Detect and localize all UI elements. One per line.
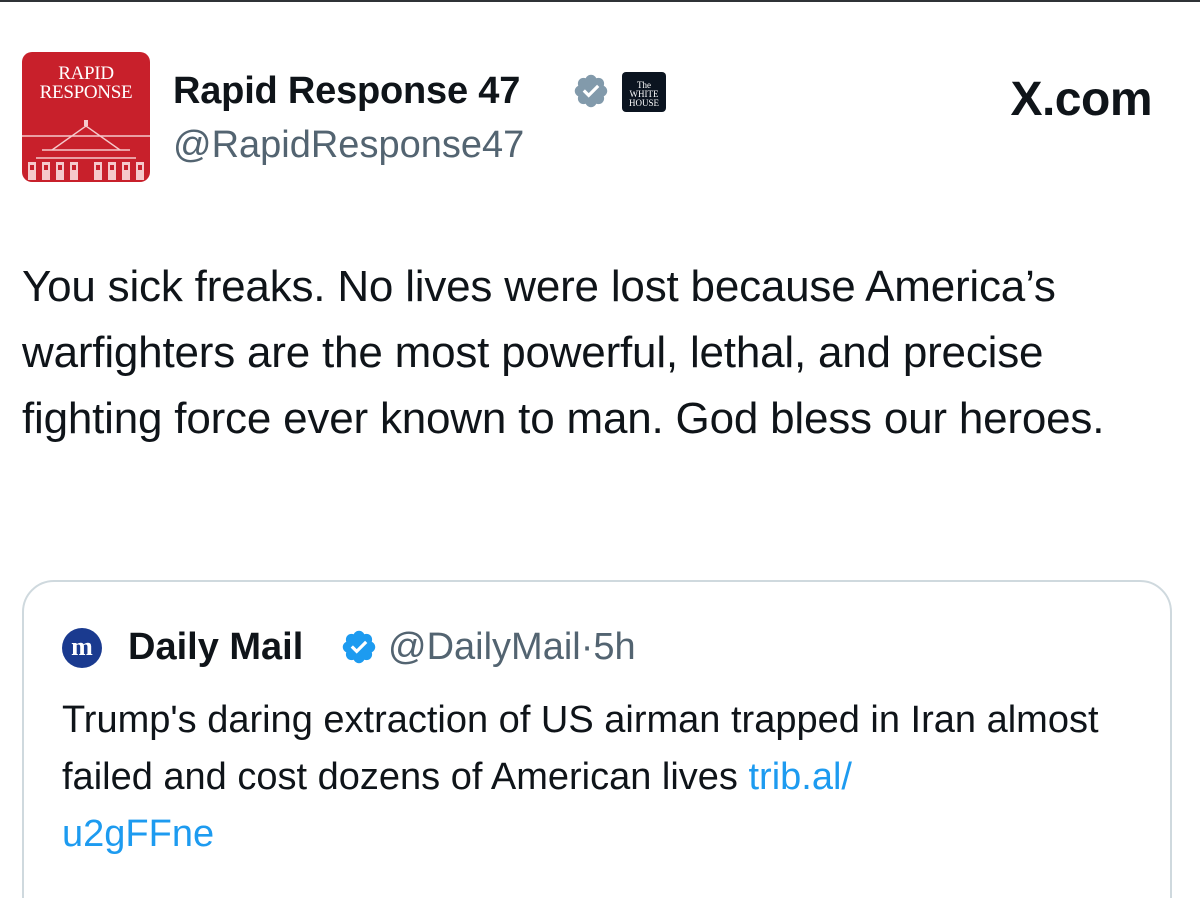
x-post-screenshot: RAPID RESPONSE Rapid Response 47 The WHI… bbox=[0, 0, 1200, 898]
verified-badge-icon bbox=[574, 74, 608, 108]
author-handle[interactable]: @RapidResponse47 bbox=[173, 122, 524, 168]
avatar-logo-text: RAPID RESPONSE bbox=[39, 63, 133, 103]
author-avatar[interactable]: RAPID RESPONSE bbox=[22, 52, 150, 182]
meta-separator: · bbox=[580, 626, 594, 668]
quoted-author-handle[interactable]: @DailyMail bbox=[388, 626, 581, 668]
site-label: X.com bbox=[1010, 73, 1152, 126]
quoted-post-body: Trump's daring extraction of US airman t… bbox=[62, 699, 1099, 798]
quoted-post-card[interactable]: m Daily Mail @DailyMail·5h Trump's darin… bbox=[22, 580, 1172, 898]
post-text: You sick freaks. No lives were lost beca… bbox=[22, 262, 1105, 443]
link-line-2: u2gFFne bbox=[62, 813, 215, 855]
affiliate-badge-text: The WHITE HOUSE bbox=[628, 80, 659, 108]
quoted-post-time[interactable]: 5h bbox=[593, 626, 635, 668]
link-line-1: trib.al/ bbox=[748, 756, 852, 798]
daily-mail-logo-avatar[interactable]: m bbox=[62, 628, 102, 668]
quoted-post-text: Trump's daring extraction of US airman t… bbox=[62, 692, 1142, 863]
verified-badge-icon bbox=[342, 630, 376, 664]
author-display-name[interactable]: Rapid Response 47 bbox=[173, 68, 520, 114]
quoted-post-meta: @DailyMail·5h bbox=[388, 624, 636, 670]
white-house-affiliate-badge[interactable]: The WHITE HOUSE bbox=[622, 72, 666, 112]
quoted-author-display-name[interactable]: Daily Mail bbox=[128, 624, 303, 670]
